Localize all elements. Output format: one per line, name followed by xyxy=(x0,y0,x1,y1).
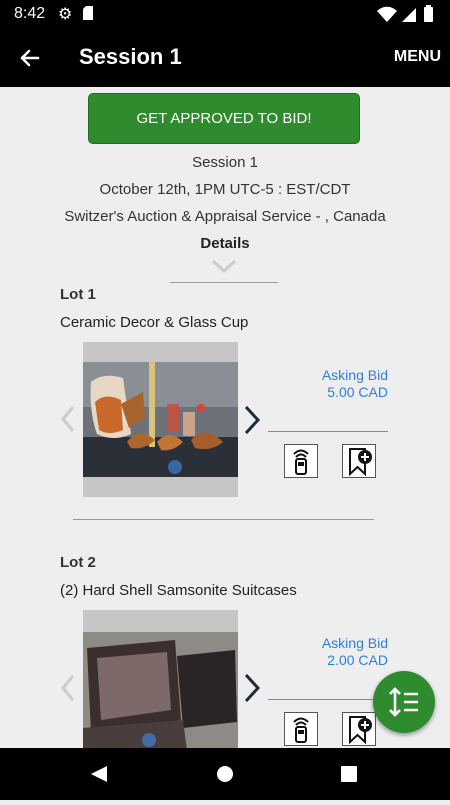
nav-home-icon[interactable] xyxy=(217,766,233,782)
remote-bid-button[interactable] xyxy=(284,444,318,478)
wifi-icon xyxy=(377,6,397,22)
lot-title: Lot 1 xyxy=(60,286,96,303)
remote-icon xyxy=(293,449,309,475)
bookmark-add-icon xyxy=(349,716,372,745)
get-approved-button[interactable]: GET APPROVED TO BID! xyxy=(88,93,360,144)
settings-gear-icon: ⚙ xyxy=(58,6,73,23)
asking-bid-value: 5.00 CAD xyxy=(327,384,388,400)
nav-recents-icon[interactable] xyxy=(341,766,357,782)
status-time: 8:42 xyxy=(14,5,46,22)
chevron-down-icon[interactable] xyxy=(211,259,237,273)
lot-divider xyxy=(73,519,374,520)
session-content[interactable]: GET APPROVED TO BID! Session 1 October 1… xyxy=(0,87,450,748)
chevron-left-icon[interactable] xyxy=(60,674,76,702)
nav-back-icon[interactable] xyxy=(91,766,107,782)
system-nav-bar xyxy=(0,748,450,800)
sort-icon xyxy=(389,687,418,717)
battery-icon xyxy=(424,7,433,22)
bookmark-add-icon xyxy=(349,448,372,477)
signal-icon xyxy=(402,8,416,22)
lot-description: (2) Hard Shell Samsonite Suitcases xyxy=(60,582,297,599)
sort-fab-button[interactable] xyxy=(373,671,435,733)
chevron-right-icon[interactable] xyxy=(243,673,261,703)
watch-lot-button[interactable] xyxy=(342,444,376,478)
chevron-right-icon[interactable] xyxy=(243,405,261,435)
auctioneer-info: Switzer's Auction & Appraisal Service - … xyxy=(64,208,386,225)
app-bar: Session 1 MENU xyxy=(0,28,450,87)
lot-description: Ceramic Decor & Glass Cup xyxy=(60,314,249,331)
asking-bid-value: 2.00 CAD xyxy=(327,652,388,668)
back-arrow-icon[interactable] xyxy=(12,40,48,76)
asking-bid-label: Asking Bid xyxy=(321,367,388,383)
bid-divider xyxy=(268,699,388,700)
menu-button[interactable]: MENU xyxy=(394,48,441,66)
session-date: October 12th, 1PM UTC-5 : EST/CDT xyxy=(99,181,351,198)
sd-card-icon xyxy=(83,6,93,20)
status-icons xyxy=(377,5,433,22)
bid-divider xyxy=(268,431,388,432)
lot-title: Lot 2 xyxy=(60,554,96,571)
asking-bid-label: Asking Bid xyxy=(321,635,388,651)
lot-image[interactable] xyxy=(83,342,238,497)
details-toggle[interactable]: Details xyxy=(0,235,450,252)
status-bar: 8:42 ⚙ xyxy=(0,0,450,28)
watch-lot-button[interactable] xyxy=(342,712,376,746)
page-title: Session 1 xyxy=(79,44,182,69)
chevron-left-icon[interactable] xyxy=(60,405,76,433)
details-divider xyxy=(170,282,278,283)
remote-icon xyxy=(293,717,309,743)
lot-image[interactable] xyxy=(83,610,238,748)
remote-bid-button[interactable] xyxy=(284,712,318,746)
session-name: Session 1 xyxy=(192,154,258,171)
